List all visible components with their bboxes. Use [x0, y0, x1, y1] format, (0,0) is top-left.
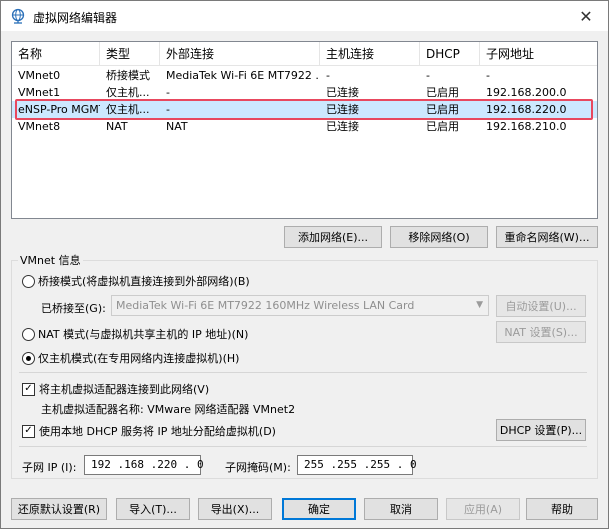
title-bar: 虚拟网络编辑器 ✕ — [1, 1, 608, 31]
radio-indicator-checked[interactable] — [22, 351, 35, 365]
column-header-host[interactable]: 主机连接 — [320, 42, 420, 66]
cell-name: VMnet8 — [18, 120, 61, 133]
bridge-mode-radio[interactable]: 桥接模式(将虚拟机直接连接到外部网络)(B) — [22, 273, 250, 289]
cell-dhcp: 已启用 — [426, 86, 459, 99]
nat-settings-button[interactable]: NAT 设置(S)... — [496, 321, 586, 343]
divider — [19, 372, 587, 373]
column-header-type[interactable]: 类型 — [100, 42, 160, 66]
cell-external: NAT — [166, 120, 188, 133]
host-only-mode-label: 仅主机模式(在专用网络内连接虚拟机)(H) — [38, 352, 240, 365]
bridged-to-select[interactable]: MediaTek Wi-Fi 6E MT7922 160MHz Wireless… — [111, 295, 489, 316]
column-header-subnet[interactable]: 子网地址 — [480, 42, 597, 66]
import-button[interactable]: 导入(T)... — [116, 498, 190, 520]
cell-subnet: 192.168.220.0 — [486, 103, 567, 116]
add-network-button[interactable]: 添加网络(E)... — [284, 226, 382, 248]
divider — [19, 446, 587, 447]
cell-dhcp: 已启用 — [426, 120, 459, 133]
column-header-dhcp[interactable]: DHCP — [420, 42, 480, 66]
adapter-name-label: 主机虚拟适配器名称: VMware 网络适配器 VMnet2 — [41, 403, 296, 416]
radio-indicator[interactable] — [22, 274, 35, 288]
subnet-mask-input[interactable]: 255 .255 .255 . 0 — [297, 455, 417, 475]
nat-mode-label: NAT 模式(与虚拟机共享主机的 IP 地址)(N) — [38, 328, 249, 341]
radio-indicator[interactable] — [22, 327, 35, 341]
close-icon: ✕ — [579, 6, 593, 26]
network-list[interactable]: 名称 类型 外部连接 主机连接 DHCP 子网地址 VMnet0 桥接模式 Me… — [11, 41, 598, 219]
globe-network-icon — [11, 8, 25, 24]
dhcp-label: 使用本地 DHCP 服务将 IP 地址分配给虚拟机(D) — [39, 425, 276, 438]
remove-network-button[interactable]: 移除网络(O) — [390, 226, 488, 248]
help-button[interactable]: 帮助 — [526, 498, 598, 520]
bridge-mode-label: 桥接模式(将虚拟机直接连接到外部网络)(B) — [38, 275, 250, 288]
ok-button[interactable]: 确定 — [282, 498, 356, 520]
bridged-to-value: MediaTek Wi-Fi 6E MT7922 160MHz Wireless… — [116, 299, 415, 312]
cell-type: NAT — [106, 120, 128, 133]
host-only-mode-radio[interactable]: 仅主机模式(在专用网络内连接虚拟机)(H) — [22, 350, 239, 366]
dhcp-checkbox[interactable]: ✓ 使用本地 DHCP 服务将 IP 地址分配给虚拟机(D) — [22, 423, 276, 439]
column-header-name[interactable]: 名称 — [12, 42, 100, 66]
table-row[interactable]: VMnet8 NAT NAT 已连接 已启用 192.168.210.0 — [12, 118, 597, 135]
nat-mode-radio[interactable]: NAT 模式(与虚拟机共享主机的 IP 地址)(N) — [22, 326, 248, 342]
cell-type: 仅主机... — [106, 103, 150, 116]
table-row[interactable]: VMnet1 仅主机... - 已连接 已启用 192.168.200.0 — [12, 84, 597, 101]
apply-button[interactable]: 应用(A) — [446, 498, 520, 520]
cell-external: - — [166, 86, 170, 99]
subnet-mask-label: 子网掩码(M): — [225, 461, 291, 474]
rename-network-button[interactable]: 重命名网络(W)... — [496, 226, 598, 248]
cell-type: 桥接模式 — [106, 69, 150, 82]
dhcp-settings-button[interactable]: DHCP 设置(P)... — [496, 419, 586, 441]
connect-adapter-checkbox[interactable]: ✓ 将主机虚拟适配器连接到此网络(V) — [22, 381, 209, 397]
cell-dhcp: 已启用 — [426, 103, 459, 116]
cell-host: - — [326, 69, 330, 82]
cell-subnet: - — [486, 69, 490, 82]
cell-name: VMnet1 — [18, 86, 61, 99]
checkmark-icon[interactable]: ✓ — [22, 424, 35, 438]
list-header: 名称 类型 外部连接 主机连接 DHCP 子网地址 — [12, 42, 597, 66]
connect-adapter-label: 将主机虚拟适配器连接到此网络(V) — [39, 383, 210, 396]
cell-subnet: 192.168.210.0 — [486, 120, 567, 133]
restore-defaults-button[interactable]: 还原默认设置(R) — [11, 498, 107, 520]
vmnet-info-legend: VMnet 信息 — [18, 252, 83, 268]
cell-name: eNSP-Pro MGMT — [18, 103, 100, 116]
cell-name: VMnet0 — [18, 69, 61, 82]
subnet-ip-input[interactable]: 192 .168 .220 . 0 — [84, 455, 204, 475]
cell-dhcp: - — [426, 69, 430, 82]
subnet-ip-label: 子网 IP (I): — [22, 461, 77, 474]
export-button[interactable]: 导出(X)... — [198, 498, 272, 520]
bridged-to-label: 已桥接至(G): — [41, 302, 106, 315]
cancel-button[interactable]: 取消 — [364, 498, 438, 520]
cell-type: 仅主机... — [106, 86, 150, 99]
table-row[interactable]: VMnet0 桥接模式 MediaTek Wi-Fi 6E MT7922 ...… — [12, 67, 597, 84]
column-header-external[interactable]: 外部连接 — [160, 42, 320, 66]
cell-host: 已连接 — [326, 103, 359, 116]
cell-host: 已连接 — [326, 86, 359, 99]
cell-external: MediaTek Wi-Fi 6E MT7922 ... — [166, 69, 320, 82]
checkmark-icon[interactable]: ✓ — [22, 382, 35, 396]
auto-settings-button[interactable]: 自动设置(U)... — [496, 295, 586, 317]
cell-subnet: 192.168.200.0 — [486, 86, 567, 99]
cell-host: 已连接 — [326, 120, 359, 133]
virtual-network-editor-window: 虚拟网络编辑器 ✕ 名称 类型 外部连接 主机连接 DHCP 子网地址 VMne… — [0, 0, 609, 529]
chevron-down-icon: ▼ — [476, 300, 483, 310]
close-button[interactable]: ✕ — [564, 1, 608, 31]
cell-external: - — [166, 103, 170, 116]
window-title: 虚拟网络编辑器 — [33, 11, 118, 25]
table-row-selected[interactable]: eNSP-Pro MGMT 仅主机... - 已连接 已启用 192.168.2… — [12, 101, 597, 118]
